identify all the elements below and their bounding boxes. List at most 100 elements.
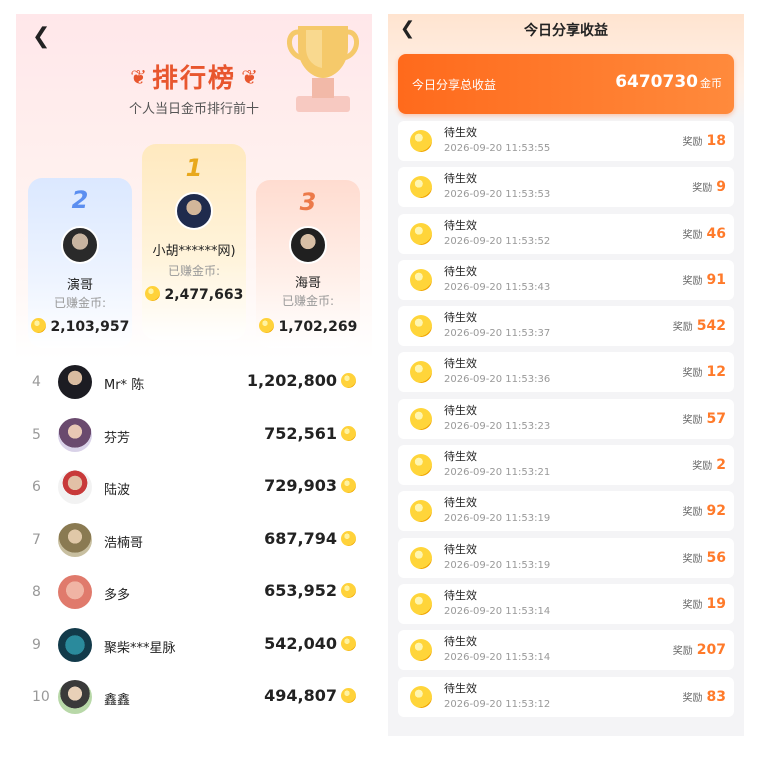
avatar	[58, 470, 92, 504]
avatar	[58, 680, 92, 714]
user-name: Mr* 陈	[104, 378, 145, 393]
podium-coins: 1,702,269	[256, 318, 360, 335]
coin-icon	[410, 639, 432, 662]
coin-icon	[30, 318, 46, 333]
podium-card-rank-3[interactable]: 3 海哥 已赚金币: 1,702,269	[256, 180, 360, 348]
record-time: 2026-09-20 11:53:36	[444, 374, 551, 386]
coin-icon	[410, 454, 432, 477]
list-item[interactable]: 待生效 2026-09-20 11:53:19 奖励 56	[398, 537, 734, 578]
list-item[interactable]: 待生效 2026-09-20 11:53:52 奖励 46	[398, 213, 734, 254]
coin-amount: 542,040	[264, 633, 337, 653]
record-time: 2026-09-20 11:53:37	[444, 328, 551, 340]
list-item[interactable]: 待生效 2026-09-20 11:53:21 奖励 2	[398, 445, 734, 486]
total-earnings-label: 今日分享总收益	[412, 78, 497, 92]
rank-number: 5	[32, 426, 41, 443]
reward-amount: 57	[706, 410, 726, 427]
reward-amount: 56	[706, 549, 726, 566]
reward-amount: 9	[716, 179, 726, 196]
record-time: 2026-09-20 11:53:19	[444, 559, 551, 571]
coin-icon	[410, 176, 432, 199]
back-chevron-icon[interactable]: ❮	[32, 26, 50, 48]
list-item[interactable]: 5 芬芳 752,561	[16, 409, 372, 462]
reward-label: 奖励	[682, 368, 703, 380]
list-item[interactable]: 待生效 2026-09-20 11:53:53 奖励 9	[398, 167, 734, 208]
coin-icon	[341, 583, 356, 598]
record-reward: 奖励 9	[692, 179, 726, 195]
user-name: 陆波	[104, 483, 131, 498]
reward-label: 奖励	[682, 137, 703, 148]
user-name: 浩楠哥	[104, 535, 144, 551]
podium-rank-number: 1	[185, 154, 203, 182]
podium-card-rank-2[interactable]: 2 演哥 已赚金币: 2,103,957	[28, 178, 132, 348]
record-time: 2026-09-20 11:53:43	[444, 281, 551, 293]
record-reward: 奖励 18	[683, 133, 726, 149]
list-item[interactable]: 7 浩楠哥 687,794	[16, 514, 372, 567]
reward-label: 奖励	[682, 275, 703, 287]
list-item[interactable]: 4 Mr* 陈 1,202,800	[16, 356, 372, 409]
reward-label: 奖励	[682, 553, 703, 565]
earned-coins-label: 已赚金币:	[281, 294, 335, 308]
podium-user-name: 海哥	[294, 276, 321, 291]
record-reward: 奖励 12	[683, 364, 726, 380]
list-item[interactable]: 9 聚柴***星脉 542,040	[16, 619, 372, 672]
rank-number: 8	[32, 584, 41, 600]
coin-icon	[410, 130, 432, 152]
list-item[interactable]: 待生效 2026-09-20 11:53:23 奖励 57	[398, 398, 734, 439]
list-item[interactable]: 待生效 2026-09-20 11:53:12 奖励 83	[398, 676, 734, 717]
podium-coins-value: 1,702,269	[278, 319, 358, 335]
reward-amount: 19	[706, 595, 726, 612]
rank-number: 4	[32, 374, 41, 390]
list-item[interactable]: 待生效 2026-09-20 11:53:19 奖励 92	[398, 491, 734, 532]
podium-card-rank-1[interactable]: 1 小胡******网) 已赚金币: 2,477,663	[142, 144, 246, 340]
record-reward: 奖励 542	[673, 318, 726, 334]
record-status: 待生效	[444, 496, 477, 510]
list-item[interactable]: 10 鑫鑫 494,807	[16, 671, 372, 724]
total-earnings-amount: 6470730	[615, 72, 698, 92]
coin-amount: 1,202,800	[246, 371, 337, 390]
screenshot-root: ❮ ❦ 排行榜 ❦ 个人当日金币排行前十 2 演哥 已赚金币: 2,103,95…	[0, 0, 760, 760]
list-item[interactable]: 6 陆波 729,903	[16, 461, 372, 514]
record-status: 待生效	[444, 126, 477, 139]
record-reward: 奖励 56	[683, 550, 726, 566]
leaderboard-title-row: ❦ 排行榜 ❦	[16, 58, 372, 95]
record-time: 2026-09-20 11:53:52	[444, 235, 551, 247]
laurel-right-icon: ❦	[241, 65, 258, 89]
avatar	[61, 226, 99, 264]
podium-user-name: 小胡******网)	[152, 244, 236, 259]
reward-label: 奖励	[682, 414, 703, 426]
list-item[interactable]: 待生效 2026-09-20 11:53:37 奖励 542	[398, 306, 734, 347]
coin-icon	[410, 407, 432, 430]
list-item[interactable]: 待生效 2026-09-20 11:53:14 奖励 207	[398, 630, 734, 671]
avatar	[58, 417, 92, 452]
rank-number: 6	[32, 479, 41, 495]
coin-icon	[341, 530, 356, 546]
record-reward: 奖励 19	[683, 596, 726, 612]
record-status: 待生效	[444, 542, 477, 556]
record-time: 2026-09-20 11:53:23	[444, 420, 551, 432]
coin-icon	[410, 546, 432, 569]
avatar	[58, 365, 92, 399]
podium-user-name: 演哥	[66, 278, 93, 293]
coin-icon	[410, 361, 432, 384]
coin-icon	[341, 425, 356, 441]
list-item[interactable]: 8 多多 653,952	[16, 566, 372, 619]
record-status: 待生效	[444, 357, 477, 371]
list-item[interactable]: 待生效 2026-09-20 11:53:14 奖励 19	[398, 583, 734, 624]
ranking-list: 4 Mr* 陈 1,202,800 5 芬芳 752,561 6 陆波 729,…	[16, 356, 372, 724]
podium-coins: 2,477,663	[142, 286, 246, 303]
user-name: 鑫鑫	[104, 693, 131, 708]
list-item[interactable]: 待生效 2026-09-20 11:53:43 奖励 91	[398, 259, 734, 300]
reward-label: 奖励	[672, 322, 693, 334]
reward-label: 奖励	[682, 229, 703, 241]
leaderboard-title: 排行榜	[151, 64, 236, 94]
coin-value: 729,903	[264, 476, 356, 495]
user-name: 芬芳	[104, 430, 131, 446]
record-reward: 奖励 91	[683, 272, 726, 288]
coin-icon	[341, 478, 356, 493]
list-item[interactable]: 待生效 2026-09-20 11:53:36 奖励 12	[398, 352, 734, 393]
coin-amount: 494,807	[264, 686, 337, 705]
record-status: 待生效	[444, 450, 477, 464]
podium-coins-value: 2,103,957	[50, 319, 130, 335]
record-time: 2026-09-20 11:53:55	[444, 143, 551, 154]
list-item[interactable]: 待生效 2026-09-20 11:53:55 奖励 18	[398, 121, 734, 161]
